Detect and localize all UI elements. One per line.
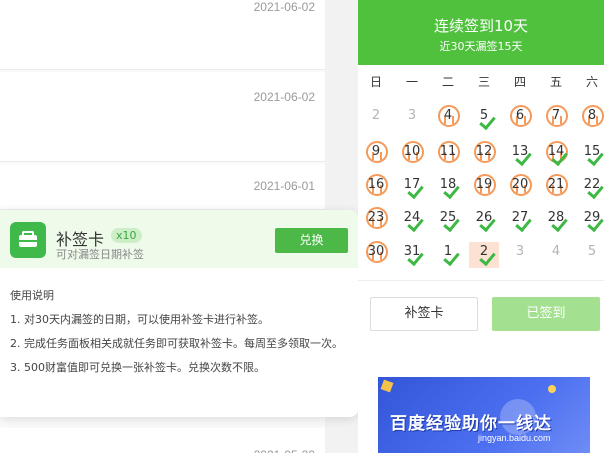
list-item[interactable]: 2021-06-01	[0, 164, 325, 210]
weekday-label: 三	[477, 75, 490, 89]
row-date: 2021-06-01	[253, 179, 315, 193]
calendar-day[interactable]: 25	[433, 208, 463, 234]
divider	[358, 280, 604, 281]
calendar-day[interactable]: 2	[361, 106, 391, 132]
calendar-day[interactable]: 3	[397, 106, 427, 132]
baidu-jingyan-banner[interactable]: 百度经验助你一线达 jingyan.baidu.com	[378, 377, 590, 453]
instructions: 使用说明 1. 对30天内漏签的日期，可以使用补签卡进行补签。 2. 完成任务面…	[10, 288, 350, 384]
calendar-day[interactable]: 23	[361, 207, 391, 234]
exchange-button[interactable]: 兑换	[275, 228, 348, 253]
calendar-day[interactable]: 3	[505, 242, 535, 268]
day-number: 4	[443, 108, 453, 123]
day-number: 23	[367, 210, 385, 225]
calendar-day[interactable]: 14	[541, 141, 571, 168]
day-number: 12	[475, 144, 493, 159]
calendar-day[interactable]: 2	[469, 242, 499, 268]
day-number: 10	[403, 144, 421, 159]
weekday-label: 六	[585, 75, 598, 89]
calendar-day[interactable]: 8	[577, 105, 604, 132]
card-header: 补签卡 x10 可对漏签日期补签 兑换	[0, 210, 358, 268]
signin-calendar: 连续签到10天 近30天漏签15天 日一二三四五六 2 3 4 5 6 7 8 9 10 11 12…	[358, 0, 604, 345]
day-number: 6	[515, 108, 525, 123]
day-number: 5	[587, 244, 597, 259]
list-item[interactable]: 2021-05-30	[0, 428, 325, 453]
day-number: 30	[367, 244, 385, 259]
weekday-label: 五	[549, 75, 562, 89]
calendar-day[interactable]: 4	[433, 105, 463, 132]
calendar-day[interactable]: 27	[505, 208, 535, 234]
day-number: 7	[551, 108, 561, 123]
day-number: 9	[371, 144, 381, 159]
missed-summary: 近30天漏签15天	[439, 40, 523, 53]
calendar-day[interactable]: 16	[361, 174, 391, 201]
list-item[interactable]: 2021-06-02	[0, 0, 325, 70]
banner-area: 百度经验助你一线达 jingyan.baidu.com	[358, 345, 604, 453]
row-date: 2021-06-02	[253, 0, 315, 14]
calendar-day[interactable]: 5	[577, 242, 604, 268]
calendar-day[interactable]: 15	[577, 142, 604, 168]
banner-text: 百度经验助你一线达	[390, 414, 552, 434]
day-number: 19	[475, 177, 493, 192]
calendar-day[interactable]: 22	[577, 175, 604, 201]
day-number: 3	[407, 108, 417, 123]
calendar-day[interactable]: 30	[361, 241, 391, 268]
calendar-day[interactable]: 11	[433, 141, 463, 168]
calendar-day[interactable]: 19	[469, 174, 499, 201]
day-number: 3	[515, 244, 525, 259]
banner-url: jingyan.baidu.com	[478, 433, 551, 443]
makeup-card-popup: 补签卡 x10 可对漏签日期补签 兑换 使用说明 1. 对30天内漏签的日期，可…	[0, 210, 358, 417]
calendar-day[interactable]: 10	[397, 141, 427, 168]
calendar-day[interactable]: 31	[397, 242, 427, 268]
day-number: 16	[367, 177, 385, 192]
streak-title: 连续签到10天	[433, 17, 529, 35]
day-number: 8	[587, 108, 597, 123]
weekday-label: 日	[369, 75, 382, 89]
calendar-day[interactable]: 5	[469, 106, 499, 132]
day-number: 4	[551, 244, 561, 259]
calendar-day[interactable]: 17	[397, 175, 427, 201]
weekday-label: 四	[513, 75, 526, 89]
day-number: 11	[439, 144, 457, 159]
calendar-day[interactable]: 21	[541, 174, 571, 201]
calendar-day[interactable]: 12	[469, 141, 499, 168]
instruction-item: 1. 对30天内漏签的日期，可以使用补签卡进行补签。	[10, 313, 269, 326]
calendar-day[interactable]: 1	[433, 242, 463, 268]
calendar-day[interactable]: 9	[361, 141, 391, 168]
calendar-day[interactable]: 4	[541, 242, 571, 268]
card-subtitle: 可对漏签日期补签	[56, 248, 144, 261]
calendar-header: 连续签到10天 近30天漏签15天	[358, 0, 604, 65]
calendar-day[interactable]: 29	[577, 208, 604, 234]
calendar-day[interactable]: 28	[541, 208, 571, 234]
weekday-label: 二	[441, 75, 454, 89]
calendar-day[interactable]: 18	[433, 175, 463, 201]
weekday-label: 一	[405, 75, 418, 89]
instruction-item: 2. 完成任务面板相关成就任务即可获取补签卡。每周至多领取一次。	[10, 337, 343, 350]
calendar-day[interactable]: 6	[505, 105, 535, 132]
calendar-day[interactable]: 20	[505, 174, 535, 201]
calendar-day[interactable]: 13	[505, 142, 535, 168]
confetti-icon	[380, 379, 394, 393]
wallet-icon	[10, 222, 46, 258]
instruction-item: 3. 500财富值即可兑换一张补签卡。兑换次数不限。	[10, 361, 265, 374]
confetti-icon	[548, 385, 556, 393]
signed-in-button[interactable]: 已签到	[492, 297, 600, 331]
day-number: 21	[547, 177, 565, 192]
instructions-title: 使用说明	[10, 289, 54, 302]
list-item[interactable]: 2021-06-02	[0, 72, 325, 162]
calendar-day[interactable]: 24	[397, 208, 427, 234]
row-date: 2021-05-30	[254, 448, 315, 453]
card-count-badge: x10	[111, 228, 142, 243]
row-date: 2021-06-02	[253, 90, 315, 104]
day-number: 20	[511, 177, 529, 192]
day-number: 2	[371, 108, 381, 123]
makeup-card-button[interactable]: 补签卡	[370, 297, 478, 331]
calendar-day[interactable]: 7	[541, 105, 571, 132]
calendar-day[interactable]: 26	[469, 208, 499, 234]
